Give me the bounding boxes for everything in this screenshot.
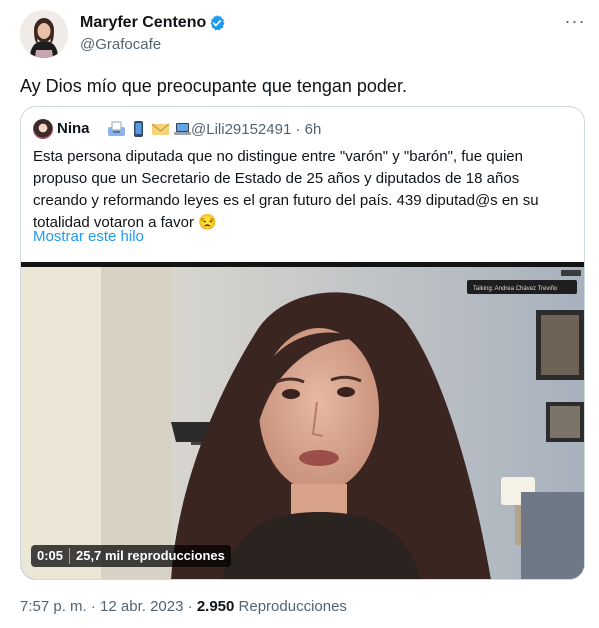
author-handle[interactable]: @Grafocafe xyxy=(80,36,161,53)
more-options-icon[interactable]: ··· xyxy=(561,12,589,34)
tweet-metadata: 7:57 p. m. · 12 abr. 2023 · 2.950 Reprod… xyxy=(20,598,347,615)
video-frame: Talking: Andrea Chávez Treviño xyxy=(21,262,584,579)
meta-separator: · xyxy=(90,598,96,615)
quoted-author-emojis xyxy=(107,119,192,139)
quoted-tweet[interactable]: Nina @Lili29152491 · 6h Esta persona dip… xyxy=(20,106,585,580)
tweet-views-count[interactable]: 2.950 xyxy=(197,598,235,615)
quoted-tweet-header: Nina @Lili29152491 · 6h xyxy=(33,119,573,141)
mobile-phone-icon xyxy=(134,121,143,137)
tweet-text: Ay Dios mío que preocupante que tengan p… xyxy=(20,76,407,96)
laptop-icon xyxy=(174,123,191,135)
author-name[interactable]: Maryfer Centeno xyxy=(80,14,206,32)
verified-badge-icon xyxy=(208,14,226,32)
video-view-count: 25,7 mil reproducciones xyxy=(76,548,225,563)
tweet-time[interactable]: 7:57 p. m. xyxy=(20,598,87,615)
quoted-author-handle[interactable]: @Lili29152491 · 6h xyxy=(191,121,321,138)
video-duration: 0:05 xyxy=(37,548,64,563)
show-thread-link[interactable]: Mostrar este hilo xyxy=(33,228,144,245)
meta-separator: · xyxy=(187,598,193,615)
envelope-icon xyxy=(151,123,170,135)
quoted-tweet-text: Esta persona diputada que no distingue e… xyxy=(33,148,539,231)
video-player[interactable]: Talking: Andrea Chávez Treviño 0:05 25,7… xyxy=(21,262,584,579)
quoted-author-name[interactable]: Nina xyxy=(57,120,90,137)
inbox-tray-icon xyxy=(108,121,125,136)
badge-divider xyxy=(69,548,71,564)
quoted-author-avatar[interactable] xyxy=(33,119,53,139)
author-avatar[interactable] xyxy=(20,10,68,58)
video-overlay-label: Talking: Andrea Chávez Treviño xyxy=(473,286,558,292)
video-stats-badge: 0:05 25,7 mil reproducciones xyxy=(31,545,231,567)
tweet-header: Maryfer Centeno @Grafocafe ··· xyxy=(20,10,589,62)
tweet-views-label: Reproducciones xyxy=(238,598,347,615)
tweet-date[interactable]: 12 abr. 2023 xyxy=(100,598,183,615)
